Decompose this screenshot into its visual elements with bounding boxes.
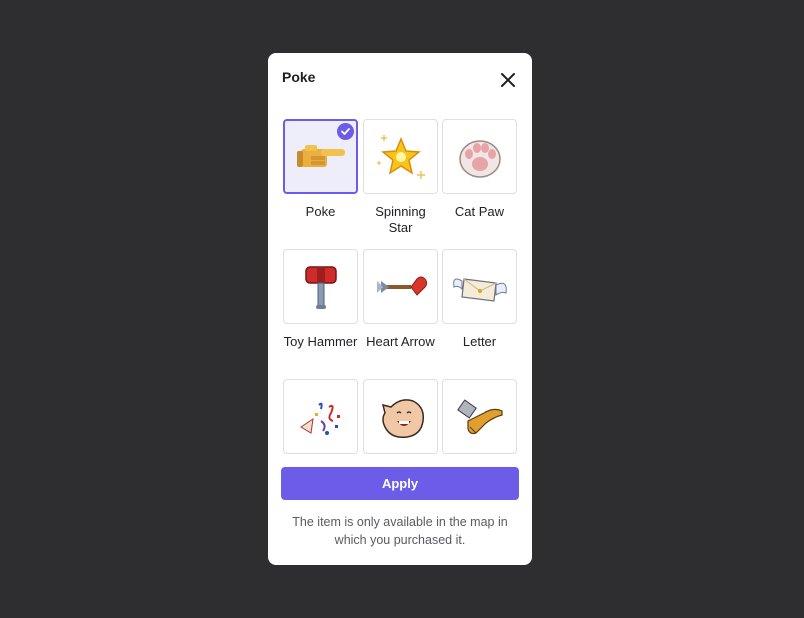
item-label: Spinning Star (375, 204, 426, 235)
hammer-icon (304, 265, 337, 309)
item-label: Letter (462, 334, 497, 349)
star-icon (376, 134, 425, 179)
item-tile[interactable] (283, 119, 358, 194)
item-kick-foot[interactable] (442, 379, 517, 464)
winged-letter-icon (452, 277, 507, 302)
poke-dialog: Poke Poke Spinning Star Cat Paw Toy Hamm… (268, 53, 532, 565)
availability-note: The item is only available in the map in… (292, 515, 508, 547)
kick-foot-icon (456, 398, 503, 434)
apply-button[interactable]: Apply (281, 467, 519, 500)
item-label: Heart Arrow (366, 334, 435, 349)
item-poke[interactable]: Poke (283, 119, 358, 220)
item-heart-arrow[interactable]: Heart Arrow (363, 249, 438, 350)
item-tile[interactable] (283, 249, 358, 324)
confetti-icon (299, 402, 340, 435)
selected-check-icon (337, 123, 354, 140)
close-icon[interactable] (498, 70, 518, 90)
item-tile[interactable] (363, 119, 438, 194)
item-toy-hammer[interactable]: Toy Hammer (283, 249, 358, 350)
cat-paw-icon (458, 139, 501, 178)
item-tile[interactable] (363, 379, 438, 454)
item-cat-paw[interactable]: Cat Paw (442, 119, 517, 220)
item-letter[interactable]: Letter (442, 249, 517, 350)
item-spinning-star[interactable]: Spinning Star (363, 119, 438, 236)
item-grid: Poke Spinning Star Cat Paw Toy Hammer He… (283, 119, 517, 455)
item-confetti[interactable] (283, 379, 358, 464)
laughing-face-icon (381, 398, 424, 438)
item-tile[interactable] (442, 379, 517, 454)
item-label: Cat Paw (454, 204, 505, 219)
dialog-title: Poke (282, 69, 316, 85)
item-label: Poke (305, 204, 336, 219)
item-tile[interactable] (363, 249, 438, 324)
item-tile[interactable] (442, 119, 517, 194)
heart-arrow-icon (376, 276, 427, 296)
item-tile[interactable] (442, 249, 517, 324)
item-laughing-face[interactable] (363, 379, 438, 464)
item-tile[interactable] (283, 379, 358, 454)
item-label: Toy Hammer (283, 334, 358, 349)
